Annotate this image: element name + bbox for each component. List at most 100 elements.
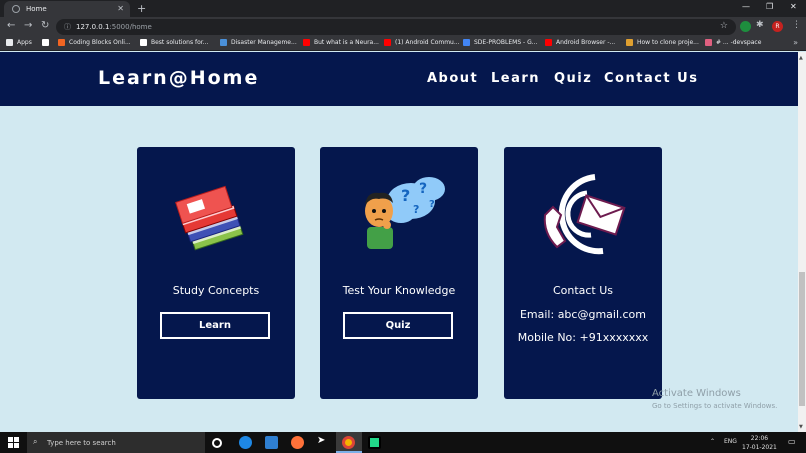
- browser-tab-strip: Home ✕ + — ❐ ✕: [0, 0, 806, 17]
- nav-learn[interactable]: Learn: [491, 71, 540, 86]
- activate-windows-subtitle: Go to Settings to activate Windows.: [652, 402, 778, 410]
- quiz-card: ? ? ? ? Test Your Knowledge Quiz: [320, 147, 478, 399]
- medium-icon: [140, 39, 147, 46]
- pycharm-icon[interactable]: [368, 436, 381, 449]
- youtube-icon: [384, 39, 391, 46]
- phone-at-mail-icon: [543, 174, 626, 255]
- bookmark-label: Coding Blocks Onli...: [69, 39, 131, 46]
- info-icon[interactable]: ⓘ: [64, 22, 71, 32]
- youtube-icon: [545, 39, 552, 46]
- task-view-icon[interactable]: [212, 438, 222, 448]
- bookmark-label: How to clone proje...: [637, 39, 699, 46]
- bookmark-item[interactable]: # ... -devspace: [705, 39, 761, 46]
- site-brand[interactable]: Learn@Home: [98, 67, 259, 89]
- nav-quiz[interactable]: Quiz: [554, 71, 592, 86]
- firefox-icon[interactable]: [291, 436, 304, 449]
- bookmark-item[interactable]: But what is a Neura...: [303, 39, 379, 46]
- learn-button[interactable]: Learn: [160, 312, 270, 339]
- bookmark-label: Disaster Manageme...: [231, 39, 297, 46]
- forward-icon[interactable]: →: [24, 20, 32, 31]
- site-navbar: Learn@Home About Learn Quiz Contact Us: [0, 52, 798, 106]
- thinking-boy-icon: ? ? ? ?: [365, 177, 445, 249]
- maximize-icon[interactable]: ❐: [766, 2, 773, 11]
- quiz-card-title: Test Your Knowledge: [342, 284, 456, 297]
- windows-start-icon[interactable]: [8, 437, 19, 448]
- minimize-icon[interactable]: —: [742, 2, 750, 11]
- bookmark-label: Android Browser -...: [556, 39, 616, 46]
- media-player-icon[interactable]: ➤: [317, 435, 330, 448]
- svg-text:?: ?: [401, 186, 410, 205]
- google-docs-icon: [463, 39, 470, 46]
- taskbar-search-box[interactable]: ⌕ Type here to search: [27, 432, 205, 453]
- learn-card-title: Study Concepts: [172, 284, 260, 297]
- tab-title: Home: [26, 5, 47, 13]
- bookmark-item[interactable]: (1) Android Commu...: [384, 39, 460, 46]
- bookmark-label: Best solutions for...: [151, 39, 209, 46]
- quiz-button[interactable]: Quiz: [343, 312, 453, 339]
- contact-card-title: Contact Us: [552, 284, 614, 297]
- browser-toolbar: ← → ↻ ⓘ 127.0.0.1:5000/home ☆ ✱ R ⋮: [0, 17, 806, 37]
- close-tab-icon[interactable]: ✕: [117, 4, 124, 13]
- youtube-icon: [303, 39, 310, 46]
- language-indicator[interactable]: ENG: [724, 438, 737, 445]
- grammarly-extension-icon[interactable]: [740, 21, 751, 32]
- contact-card: Contact Us Email: abc@gmail.com Mobile N…: [504, 147, 662, 399]
- bookmark-item[interactable]: Best solutions for...: [140, 39, 208, 46]
- profile-avatar[interactable]: R: [772, 21, 783, 32]
- clock-date: 17-01-2021: [742, 444, 777, 451]
- pen-icon: [626, 39, 633, 46]
- bookmark-item[interactable]: Coding Blocks Onli...: [58, 39, 131, 46]
- extensions-puzzle-icon[interactable]: ✱: [756, 20, 767, 31]
- svg-text:?: ?: [419, 181, 427, 197]
- tray-chevron-icon[interactable]: ⌃: [710, 438, 715, 445]
- mail-icon[interactable]: [265, 436, 278, 449]
- activate-windows-title: Activate Windows: [652, 388, 741, 399]
- browser-tab[interactable]: Home ✕: [4, 1, 130, 17]
- system-clock[interactable]: 22:06 17-01-2021: [742, 434, 777, 452]
- doc-icon: [220, 39, 227, 46]
- bookmark-item[interactable]: How to clone proje...: [626, 39, 699, 46]
- edge-browser-icon[interactable]: [239, 436, 252, 449]
- address-bar[interactable]: ⓘ 127.0.0.1:5000/home ☆: [56, 19, 736, 35]
- bookmark-label: But what is a Neura...: [314, 39, 379, 46]
- scrollbar-thumb[interactable]: [799, 272, 805, 406]
- window-close-icon[interactable]: ✕: [790, 2, 797, 11]
- bookmarks-bar: Apps Coding Blocks Onli... Best solutions …: [0, 37, 806, 51]
- search-icon: ⌕: [33, 437, 38, 446]
- learn-card: Study Concepts Learn: [137, 147, 295, 399]
- nav-about[interactable]: About: [427, 71, 478, 86]
- bookmarks-overflow-icon[interactable]: »: [793, 38, 798, 47]
- bookmark-label: # ... -devspace: [716, 39, 762, 46]
- bookmark-item[interactable]: Apps: [6, 39, 32, 46]
- svg-text:?: ?: [413, 203, 419, 216]
- back-icon[interactable]: ←: [7, 20, 15, 31]
- menu-kebab-icon[interactable]: ⋮: [792, 20, 801, 30]
- bookmark-item[interactable]: Android Browser -...: [545, 39, 615, 46]
- svg-text:?: ?: [429, 199, 435, 210]
- globe-icon: [12, 5, 20, 13]
- coding-blocks-icon: [58, 39, 65, 46]
- nav-contact-us[interactable]: Contact Us: [604, 71, 698, 86]
- taskbar-search-placeholder: Type here to search: [47, 438, 116, 447]
- clock-time: 22:06: [750, 435, 769, 442]
- chrome-icon[interactable]: [342, 436, 355, 449]
- bookmark-label: Apps: [17, 39, 32, 46]
- bookmark-star-icon[interactable]: ☆: [720, 21, 728, 31]
- scroll-up-arrow-icon[interactable]: ▲: [799, 55, 803, 61]
- notification-icon[interactable]: ▭: [788, 437, 796, 446]
- bookmark-item[interactable]: SDE-PROBLEMS - G...: [463, 39, 537, 46]
- url-host: 127.0.0.1: [76, 23, 110, 31]
- devspace-icon: [705, 39, 712, 46]
- url-path: :5000/home: [109, 23, 152, 31]
- bookmark-item[interactable]: Disaster Manageme...: [220, 39, 297, 46]
- apps-grid-icon: [6, 39, 13, 46]
- bookmark-label: SDE-PROBLEMS - G...: [474, 39, 538, 46]
- contact-email: Email: abc@gmail.com: [519, 308, 647, 321]
- github-icon: [42, 39, 49, 46]
- windows-taskbar: ⌕ Type here to search ➤ ⌃ ENG 22:06 17-0…: [0, 432, 806, 453]
- scroll-down-arrow-icon[interactable]: ▼: [799, 424, 803, 430]
- new-tab-icon[interactable]: +: [137, 2, 146, 15]
- contact-mobile: Mobile No: +91xxxxxxx: [517, 331, 649, 344]
- reload-icon[interactable]: ↻: [41, 20, 49, 31]
- bookmark-item[interactable]: [42, 39, 53, 46]
